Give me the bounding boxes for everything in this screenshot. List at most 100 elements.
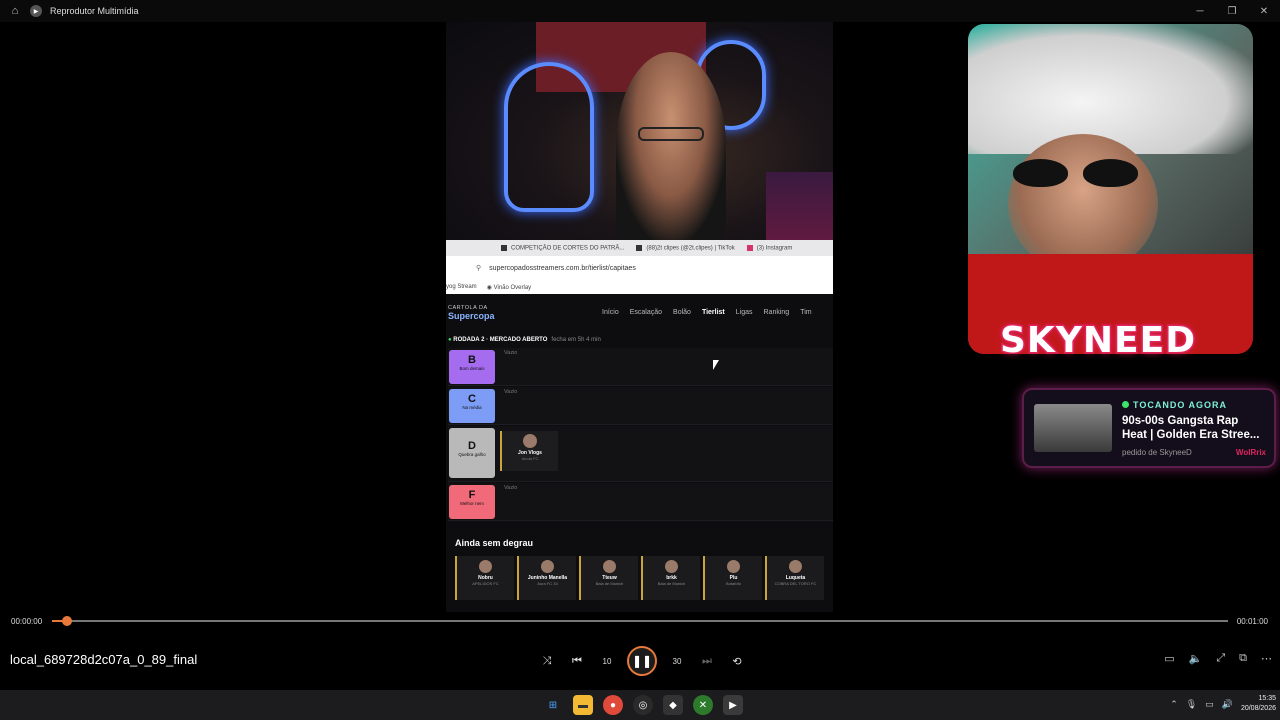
next-icon[interactable]: ⏭	[697, 651, 717, 671]
player-avatar	[603, 560, 616, 573]
now-playing-label: TOCANDO AGORA	[1122, 400, 1227, 410]
skip-forward-button[interactable]: 30	[667, 651, 687, 671]
skip-back-button[interactable]: 10	[597, 651, 617, 671]
nav-escalacao[interactable]: Escalação	[630, 309, 662, 316]
browser-tab[interactable]: (3) Instagram	[746, 244, 792, 251]
browser-tab[interactable]: (88)2t clipes (@2t.clipes) | TikTok	[636, 244, 735, 251]
address-bar[interactable]: ⚲ supercopadosstreamers.com.br/tierlist/c…	[446, 256, 833, 280]
logo-big-text: Supercopa	[448, 310, 495, 321]
streamer-name-overlay: SKYNEED	[998, 319, 1197, 363]
microphone-icon[interactable]: 🎙	[1186, 699, 1197, 710]
song-title-line: Heat | Golden Era Stree...	[1122, 429, 1260, 441]
sunglasses-shape	[1013, 159, 1143, 189]
media-player-app-icon: ▶	[30, 5, 42, 17]
clock-time: 15:35	[1258, 695, 1276, 702]
tier-row-d: D Quebra galho Jon Vlogs Ainda FC	[448, 426, 833, 482]
tray-chevron-icon[interactable]: ⌃	[1170, 699, 1178, 710]
seek-thumb[interactable]	[62, 616, 73, 626]
nav-ligas[interactable]: Ligas	[736, 309, 753, 316]
site-logo[interactable]: CARTOLA DA Supercopa	[448, 305, 495, 321]
tier-empty-label: Vazio	[504, 485, 518, 491]
tier-empty-label: Vazio	[504, 389, 518, 395]
obs-icon[interactable]: ◎	[633, 695, 653, 715]
tierlist-website: CARTOLA DA Supercopa Início Escalação Bo…	[446, 294, 833, 612]
window-controls: ─ ❐ ✕	[1184, 0, 1280, 22]
instagram-icon	[746, 244, 753, 251]
system-tray: ⌃ 🎙 ▭ 🔊 15:35 20/08/2026	[1170, 694, 1276, 714]
tier-empty-label: Vazio	[504, 350, 518, 356]
towel-shape	[968, 24, 1253, 154]
skip-back-label: 10	[602, 656, 612, 666]
player-club: COBRA DEL TORO FC	[774, 581, 817, 586]
player-card[interactable]: Nobru APELIDOS FC	[455, 556, 514, 600]
browser-tab-strip: COMPETIÇÃO DE CORTES DO PATRÃ... (88)2t …	[446, 240, 833, 256]
player-card[interactable]: Plu Botafofo	[703, 556, 762, 600]
speaker-icon[interactable]: 🔊	[1222, 699, 1233, 710]
windows-start-icon[interactable]: ⊞	[543, 695, 563, 715]
bookmark[interactable]: ◉ Vinão Overlay	[487, 284, 531, 291]
pause-icon: ❚❚	[631, 654, 653, 668]
nav-inicio[interactable]: Início	[602, 309, 619, 316]
player-avatar	[727, 560, 740, 573]
current-time: 00:00:00	[11, 617, 43, 626]
tiktok-icon	[636, 244, 643, 251]
tier-letter: F	[468, 489, 476, 501]
nav-ranking[interactable]: Ranking	[764, 309, 790, 316]
chrome-icon[interactable]: ●	[603, 695, 623, 715]
media-player-taskbar-icon[interactable]: ▶	[723, 695, 743, 715]
browser-tab[interactable]: COMPETIÇÃO DE CORTES DO PATRÃ...	[501, 244, 624, 251]
volume-icon[interactable]: 🔈	[1189, 652, 1203, 665]
player-club: Botafofo	[726, 581, 741, 586]
player-card[interactable]: Tteuw Bala de Munich	[579, 556, 638, 600]
player-card[interactable]: brkk Bala de Munich	[641, 556, 700, 600]
tier-badge: C Na média	[449, 389, 495, 423]
bookmark[interactable]: yog Stream	[446, 284, 477, 290]
repeat-off-icon[interactable]: ⟲	[727, 651, 747, 671]
minimize-button[interactable]: ─	[1184, 0, 1216, 22]
seek-bar[interactable]	[52, 616, 1228, 626]
player-card[interactable]: Luqueta COBRA DEL TORO FC	[765, 556, 824, 600]
round-status: ● RODADA 2 · MERCADO ABERTO fecha em 5h 4…	[448, 337, 601, 343]
video-frame[interactable]: COMPETIÇÃO DE CORTES DO PATRÃ... (88)2t …	[0, 22, 1280, 612]
close-button[interactable]: ✕	[1248, 0, 1280, 22]
tier-badge: D Quebra galho	[449, 428, 495, 478]
neon-light	[504, 62, 594, 212]
captions-icon[interactable]: ▭	[1164, 652, 1174, 665]
tier-subtitle: Melhor nem	[460, 501, 484, 506]
file-explorer-icon[interactable]: ▬	[573, 695, 593, 715]
player-avatar	[479, 560, 492, 573]
round-countdown: fecha em 5h 4 min	[551, 337, 601, 343]
taskbar-clock[interactable]: 15:35 20/08/2026	[1241, 694, 1276, 714]
now-playing-widget: TOCANDO AGORA 90s-00s Gangsta Rap Heat | …	[1022, 388, 1276, 468]
player-club: Ainda FC	[521, 456, 539, 461]
tier-subtitle: Na média	[462, 405, 482, 410]
stream-capture: COMPETIÇÃO DE CORTES DO PATRÃ... (88)2t …	[446, 22, 833, 612]
nav-tierlist[interactable]: Tierlist	[702, 309, 725, 316]
shuffle-icon[interactable]: ⤨	[537, 651, 557, 671]
taskbar-apps: ⊞ ▬ ● ◎ ◆ ✕ ▶	[543, 695, 743, 715]
fullscreen-icon[interactable]: ⤢	[1216, 652, 1225, 665]
player-card[interactable]: Jon Vlogs Ainda FC	[500, 431, 558, 471]
taskbar: ⊞ ▬ ● ◎ ◆ ✕ ▶ ⌃ 🎙 ▭ 🔊 15:35 20/08/2026	[0, 690, 1280, 720]
miniplayer-icon[interactable]: ⧉	[1239, 652, 1247, 665]
player-card[interactable]: Juninho Manella Aura FC 33	[517, 556, 576, 600]
previous-icon[interactable]: ⏮	[567, 651, 587, 671]
nav-bolao[interactable]: Bolão	[673, 309, 691, 316]
face-shape	[1008, 134, 1158, 274]
nav-times[interactable]: Tim	[800, 309, 811, 316]
window-title: Reprodutor Multimídia	[50, 6, 139, 16]
pause-button[interactable]: ❚❚	[627, 646, 657, 676]
site-nav-links: Início Escalação Bolão Tierlist Ligas Ra…	[602, 309, 812, 316]
network-icon[interactable]: ▭	[1205, 699, 1214, 710]
xbox-icon[interactable]: ✕	[693, 695, 713, 715]
more-options-icon[interactable]: ⋯	[1261, 652, 1272, 665]
maximize-button[interactable]: ❐	[1216, 0, 1248, 22]
song-requester: pedido de SkyneeD	[1122, 448, 1192, 457]
site-settings-icon: ⚲	[476, 265, 482, 272]
app-icon[interactable]: ◆	[663, 695, 683, 715]
song-thumbnail	[1034, 404, 1112, 452]
title-bar: ⌂ ▶ Reprodutor Multimídia ─ ❐ ✕	[0, 0, 1280, 22]
tier-badge: B Bom demais	[449, 350, 495, 384]
home-icon[interactable]: ⌂	[0, 5, 30, 17]
clock-date: 20/08/2026	[1240, 705, 1276, 712]
